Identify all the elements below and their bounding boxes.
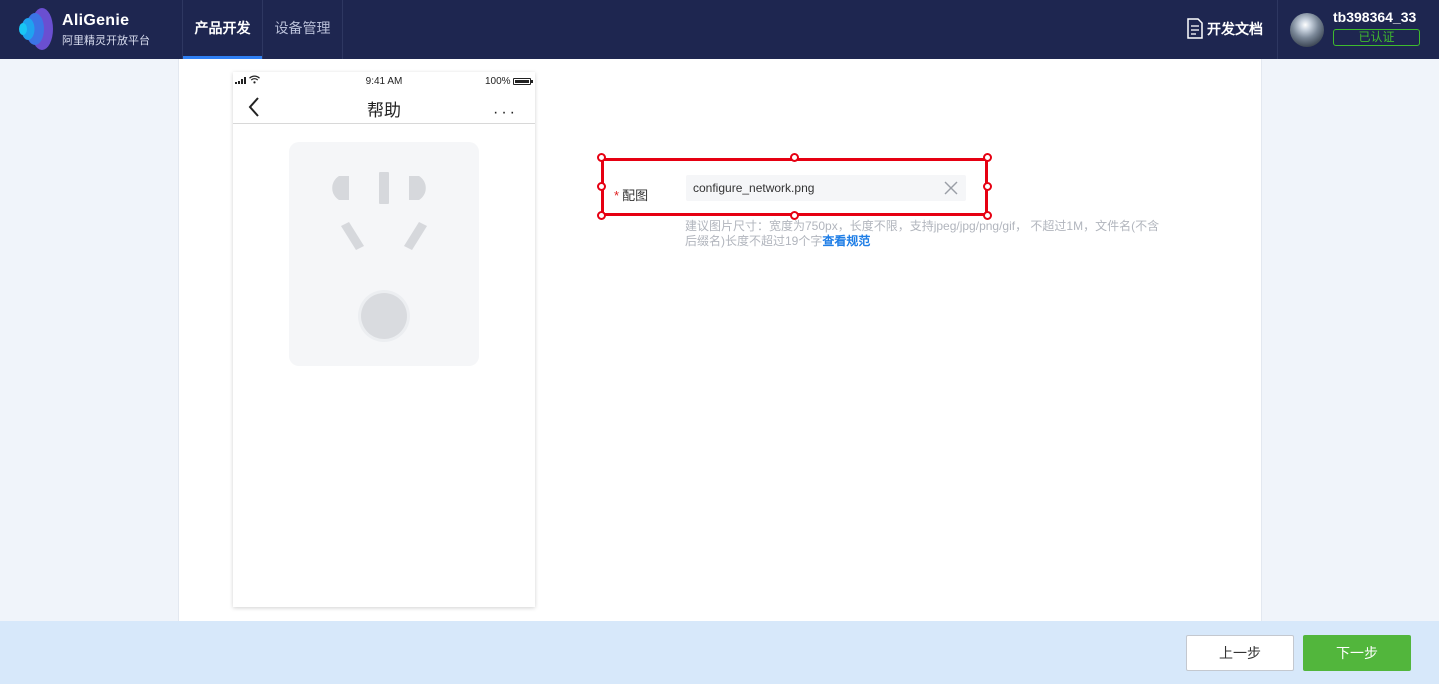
phone-page-title: 帮助: [367, 101, 401, 120]
top-navigation-bar: AliGenie 阿里精灵开放平台 产品开发 设备管理 开发文档 tb39836…: [0, 0, 1439, 59]
phone-status-bar: 9:41 AM 100%: [233, 72, 535, 90]
avatar[interactable]: [1290, 13, 1324, 47]
phone-preview: 9:41 AM 100% 帮助 ···: [233, 72, 535, 607]
nav-divider: [342, 0, 343, 59]
tab-device-management[interactable]: 设备管理: [263, 0, 342, 59]
more-icon: ···: [493, 104, 518, 121]
brand-subtitle: 阿里精灵开放平台: [62, 35, 150, 47]
aligenie-logo-icon[interactable]: [16, 6, 56, 52]
next-step-button[interactable]: 下一步: [1303, 635, 1411, 671]
image-field-label: * 配图: [614, 185, 648, 204]
hint-text: 建议图片尺寸：宽度为750px，长度不限，支持jpeg/jpg/png/gif，…: [685, 219, 1160, 248]
resize-handle[interactable]: [597, 182, 606, 191]
resize-handle[interactable]: [790, 153, 799, 162]
phone-nav-bar: 帮助 ···: [233, 90, 535, 124]
required-mark: *: [614, 188, 620, 203]
previous-step-button[interactable]: 上一步: [1186, 635, 1294, 671]
tab-product-development[interactable]: 产品开发: [183, 0, 262, 59]
battery-icon: [513, 78, 533, 85]
resize-handle[interactable]: [983, 153, 992, 162]
view-spec-link[interactable]: 查看规范: [822, 234, 870, 248]
image-field-label-text: 配图: [622, 188, 649, 203]
resize-handle[interactable]: [597, 153, 606, 162]
image-upload-hint: 建议图片尺寸：宽度为750px，长度不限，支持jpeg/jpg/png/gif，…: [685, 219, 1165, 249]
uploaded-file-name: configure_network.png: [693, 181, 815, 195]
nav-divider: [1277, 0, 1278, 59]
developer-docs-link[interactable]: 开发文档: [1186, 18, 1263, 40]
resize-handle[interactable]: [983, 182, 992, 191]
close-icon[interactable]: [944, 181, 958, 195]
username[interactable]: tb398364_33: [1333, 9, 1416, 25]
resize-handle[interactable]: [597, 211, 606, 220]
power-socket-image: [289, 142, 479, 366]
battery-percent: 100%: [485, 76, 511, 87]
document-icon: [1187, 18, 1203, 39]
docs-label: 开发文档: [1207, 21, 1263, 37]
brand-name: AliGenie: [62, 12, 130, 29]
verified-badge: 已认证: [1333, 29, 1420, 46]
uploaded-file-field[interactable]: configure_network.png: [686, 175, 966, 201]
